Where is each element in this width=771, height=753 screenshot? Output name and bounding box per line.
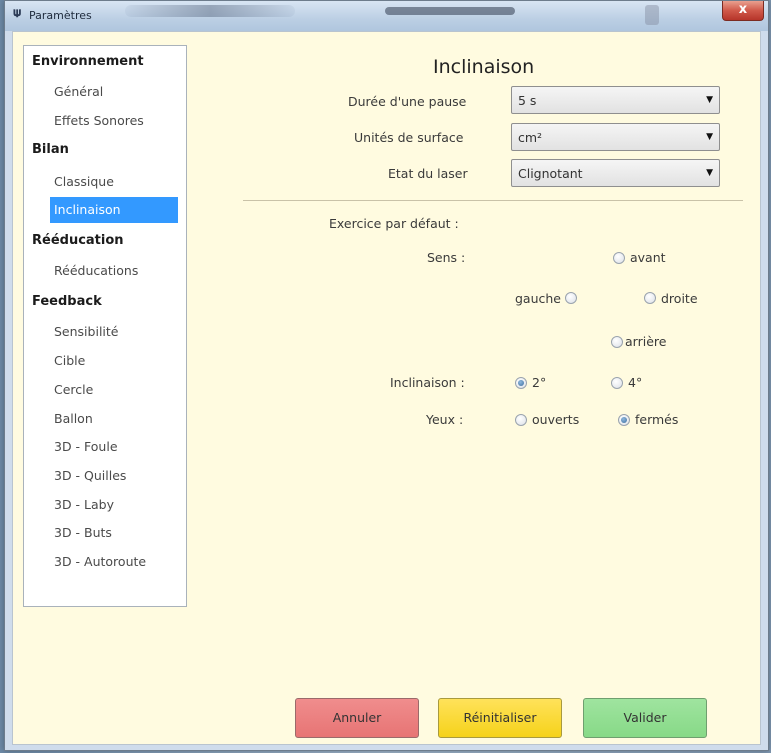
default-exercise-label: Exercice par défaut : [329, 216, 459, 231]
sidebar-item-general[interactable]: Général [54, 84, 103, 99]
chevron-down-icon: ▼ [706, 95, 713, 105]
sidebar-item-3d-quilles[interactable]: 3D - Quilles [54, 468, 126, 483]
chevron-down-icon: ▼ [706, 132, 713, 142]
surface-units-value: cm² [518, 130, 543, 145]
sidebar-item-classique[interactable]: Classique [54, 174, 114, 189]
title-bar[interactable]: 𝚿 Paramètres x [5, 1, 768, 31]
settings-window: 𝚿 Paramètres x Environnement Général Eff… [4, 0, 769, 751]
sidebar-category-feedback[interactable]: Feedback [32, 294, 102, 309]
sens-arriere-label[interactable]: arrière [625, 334, 666, 349]
pause-duration-value: 5 s [518, 93, 537, 108]
pause-duration-label: Durée d'une pause [348, 94, 467, 109]
inclinaison-4-label[interactable]: 4° [628, 375, 642, 390]
yeux-ouverts-label[interactable]: ouverts [532, 412, 579, 427]
surface-units-select[interactable]: cm² ▼ [511, 123, 720, 151]
laser-state-select[interactable]: Clignotant ▼ [511, 159, 720, 187]
sidebar-category-bilan[interactable]: Bilan [32, 142, 69, 157]
sidebar-item-3d-laby[interactable]: 3D - Laby [54, 497, 114, 512]
sens-avant-radio[interactable] [613, 252, 625, 264]
sidebar-item-effets-sonores[interactable]: Effets Sonores [54, 113, 144, 128]
sens-arriere-radio[interactable] [611, 336, 623, 348]
sens-label: Sens : [427, 250, 466, 265]
sidebar-item-cible[interactable]: Cible [54, 353, 85, 368]
close-button[interactable]: x [722, 1, 764, 21]
yeux-label: Yeux : [426, 412, 464, 427]
sidebar-item-inclinaison[interactable]: Inclinaison [50, 197, 178, 223]
sens-droite-label[interactable]: droite [661, 291, 698, 306]
sens-avant-label[interactable]: avant [630, 250, 666, 265]
inclinaison-4-radio[interactable] [611, 377, 623, 389]
cancel-button[interactable]: Annuler [295, 698, 419, 738]
validate-button[interactable]: Valider [583, 698, 707, 738]
sens-gauche-label[interactable]: gauche [515, 291, 561, 306]
client-area: Environnement Général Effets Sonores Bil… [12, 31, 761, 745]
sens-gauche-radio[interactable] [565, 292, 577, 304]
chevron-down-icon: ▼ [706, 168, 713, 178]
reset-button[interactable]: Réinitialiser [438, 698, 562, 738]
yeux-fermes-radio[interactable] [618, 414, 630, 426]
inclinaison-label: Inclinaison : [390, 375, 465, 390]
sidebar-item-cercle[interactable]: Cercle [54, 382, 93, 397]
window-title: Paramètres [29, 9, 92, 22]
sidebar: Environnement Général Effets Sonores Bil… [23, 45, 187, 607]
sidebar-item-reeducations[interactable]: Rééducations [54, 263, 138, 278]
pause-duration-select[interactable]: 5 s ▼ [511, 86, 720, 114]
laser-state-value: Clignotant [518, 166, 583, 181]
close-icon: x [738, 2, 748, 17]
sidebar-item-3d-buts[interactable]: 3D - Buts [54, 525, 112, 540]
sidebar-category-reeducation[interactable]: Rééducation [32, 233, 124, 248]
sidebar-item-3d-foule[interactable]: 3D - Foule [54, 439, 118, 454]
surface-units-label: Unités de surface [354, 130, 464, 145]
inclinaison-2-radio[interactable] [515, 377, 527, 389]
sidebar-item-ballon[interactable]: Ballon [54, 411, 93, 426]
sidebar-item-3d-autoroute[interactable]: 3D - Autoroute [54, 554, 146, 569]
divider [243, 200, 743, 201]
sens-droite-radio[interactable] [644, 292, 656, 304]
yeux-fermes-label[interactable]: fermés [635, 412, 678, 427]
laser-state-label: Etat du laser [388, 166, 468, 181]
yeux-ouverts-radio[interactable] [515, 414, 527, 426]
panel-title: Inclinaison [433, 56, 535, 78]
inclinaison-2-label[interactable]: 2° [532, 375, 546, 390]
sidebar-item-sensibilite[interactable]: Sensibilité [54, 324, 118, 339]
app-icon: 𝚿 [13, 9, 22, 20]
sidebar-category-environnement[interactable]: Environnement [32, 54, 144, 69]
